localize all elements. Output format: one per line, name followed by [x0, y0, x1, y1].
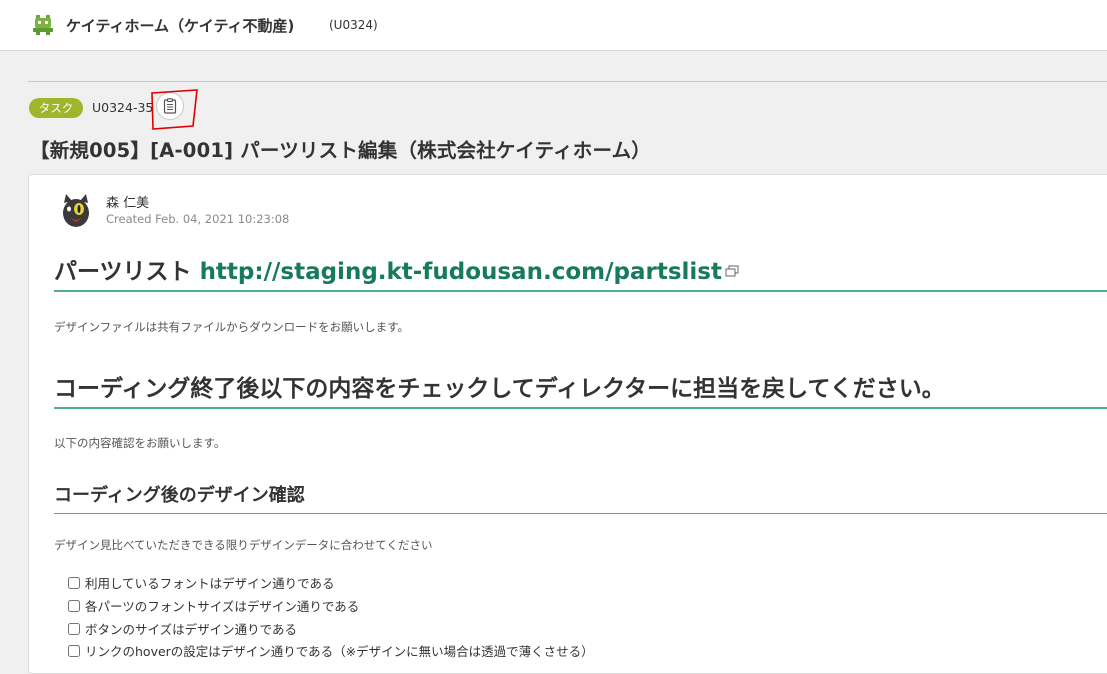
author-name: 森 仁美 — [106, 196, 150, 211]
checklist-label: ボタンのサイズはデザイン通りである — [85, 622, 298, 637]
checklist-item[interactable]: リンクのhoverの設定はデザイン通りである（※デザインに無い場合は透過で薄くさ… — [68, 641, 594, 659]
checklist-item[interactable]: 各パーツのフォントサイズはデザイン通りである — [68, 596, 359, 614]
paragraph-confirm-request: 以下の内容確認をお願いします。 — [54, 436, 226, 450]
project-logo-icon[interactable] — [33, 14, 53, 36]
description-heading-instructions: コーディング終了後以下の内容をチェックしてディレクターに担当を戻してください。 — [54, 369, 1107, 409]
paragraph-design-compare: デザイン見比べていただきできる限りデザインデータに合わせてください — [54, 538, 433, 552]
partslist-link[interactable]: http://staging.kt-fudousan.com/partslist — [200, 259, 722, 285]
project-name[interactable]: ケイティホーム（ケイティ不動産) — [66, 15, 294, 36]
issue-title: 【新規005】[A-001] パーツリスト編集（株式会社ケイティホーム） — [30, 139, 651, 162]
external-link-icon — [725, 265, 739, 277]
created-timestamp: Created Feb. 04, 2021 10:23:08 — [106, 212, 290, 226]
divider — [28, 81, 1107, 82]
description-heading-partslist: パーツリスト http://staging.kt-fudousan.com/pa… — [54, 252, 1107, 292]
issue-key: U0324-35 — [92, 100, 154, 115]
project-key: (U0324) — [329, 18, 378, 32]
heading-text: パーツリスト — [54, 259, 200, 285]
checklist-item[interactable]: ボタンのサイズはデザイン通りである — [68, 619, 297, 637]
checklist-label: 各パーツのフォントサイズはデザイン通りである — [85, 599, 360, 614]
checklist-checkbox[interactable] — [68, 577, 80, 589]
checklist-checkbox[interactable] — [68, 645, 80, 657]
checklist-label: 利用しているフォントはデザイン通りである — [85, 576, 335, 591]
checklist-item[interactable]: 利用しているフォントはデザイン通りである — [68, 573, 335, 591]
description-heading-design-check: コーディング後のデザイン確認 — [54, 481, 1107, 514]
checklist-checkbox[interactable] — [68, 600, 80, 612]
avatar-cat-icon[interactable] — [58, 191, 94, 229]
annotation-highlight — [151, 89, 198, 130]
paragraph-download-note: デザインファイルは共有ファイルからダウンロードをお願いします。 — [54, 320, 410, 334]
project-header: ケイティホーム（ケイティ不動産) (U0324) — [0, 0, 1107, 51]
issue-type-badge: タスク — [29, 98, 83, 118]
checklist-checkbox[interactable] — [68, 623, 80, 635]
